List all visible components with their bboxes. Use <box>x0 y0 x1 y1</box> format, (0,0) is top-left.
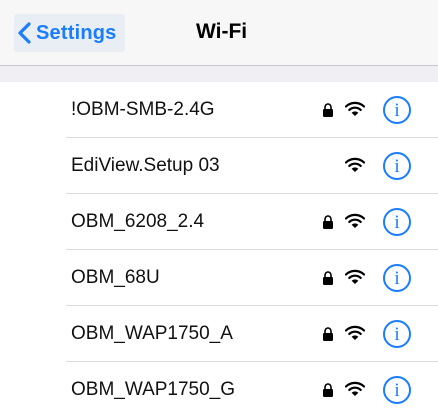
wifi-signal-icon <box>344 101 366 117</box>
info-icon[interactable]: i <box>383 96 411 124</box>
back-button[interactable]: Settings <box>14 14 125 52</box>
network-name: OBM_68U <box>71 267 160 288</box>
info-icon[interactable]: i <box>383 152 411 180</box>
navigation-bar: Settings Wi-Fi <box>0 0 438 66</box>
info-icon[interactable]: i <box>383 320 411 348</box>
wifi-signal-icon <box>344 213 366 229</box>
info-icon[interactable]: i <box>383 376 411 404</box>
network-name: OBM_6208_2.4 <box>71 211 205 232</box>
info-icon[interactable]: i <box>383 208 411 236</box>
wifi-signal-icon <box>344 325 366 341</box>
wifi-signal-icon <box>344 157 366 173</box>
chevron-left-icon <box>18 22 31 44</box>
lock-icon <box>322 383 334 397</box>
wifi-signal-icon <box>344 269 366 285</box>
network-list: !OBM-SMB-2.4G i EdiView.Setup 03 i OBM_6208_… <box>0 82 438 418</box>
network-name: OBM_WAP1750_A <box>71 323 233 344</box>
network-row[interactable]: OBM_WAP1750_A i <box>0 306 438 362</box>
network-name: !OBM-SMB-2.4G <box>71 99 215 120</box>
network-row[interactable]: !OBM-SMB-2.4G i <box>0 82 438 138</box>
info-icon[interactable]: i <box>383 264 411 292</box>
lock-icon <box>322 215 334 229</box>
network-name: OBM_WAP1750_G <box>71 379 236 400</box>
network-row[interactable]: OBM_68U i <box>0 250 438 306</box>
lock-icon <box>322 103 334 117</box>
lock-icon <box>322 271 334 285</box>
network-name: EdiView.Setup 03 <box>71 155 220 176</box>
page-title: Wi-Fi <box>196 20 248 43</box>
network-row[interactable]: EdiView.Setup 03 i <box>0 138 438 194</box>
network-row[interactable]: OBM_6208_2.4 i <box>0 194 438 250</box>
wifi-signal-icon <box>344 381 366 397</box>
section-separator <box>0 66 438 82</box>
network-row[interactable]: OBM_WAP1750_G i <box>0 362 438 418</box>
back-button-label: Settings <box>36 21 117 44</box>
lock-icon <box>322 327 334 341</box>
